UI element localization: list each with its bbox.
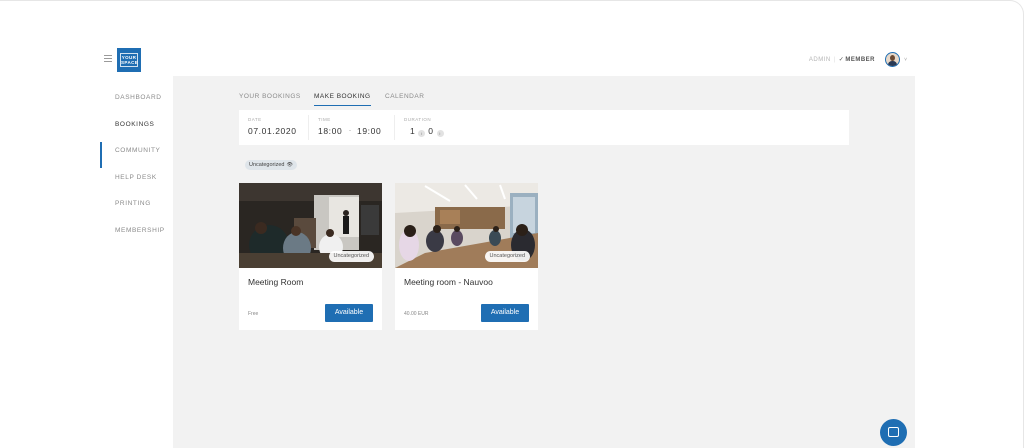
time-dash: - [349, 128, 352, 134]
category-badge: Uncategorized [484, 251, 530, 262]
category-filter-chip[interactable]: Uncategorized 👁 [245, 160, 297, 170]
minutes-stepper-icon[interactable]: ↕ [436, 130, 444, 137]
avatar[interactable] [885, 52, 900, 67]
category-chip-label: Uncategorized [249, 162, 285, 168]
member-link[interactable]: MEMBER [845, 57, 875, 63]
duration-hours: 1 [410, 126, 416, 136]
chat-button[interactable] [880, 419, 907, 446]
divider [394, 115, 395, 140]
main-content: YOUR BOOKINGS MAKE BOOKING CALENDAR DATE… [173, 76, 915, 448]
room-card[interactable]: Uncategorized Meeting Room Free Availabl… [239, 183, 382, 330]
time-start-field[interactable]: 18:00 [318, 126, 342, 136]
chat-icon [888, 427, 899, 437]
check-icon: ✓ [838, 57, 845, 63]
role-separator: | [833, 57, 836, 63]
room-price: 40.00 EUR [404, 311, 429, 317]
chevron-down-icon[interactable]: ˅ [904, 57, 907, 63]
room-card[interactable]: Uncategorized Meeting room - Nauvoo 40.0… [395, 183, 538, 330]
eye-icon[interactable]: 👁 [286, 162, 292, 168]
date-field[interactable]: 07.01.2020 [248, 126, 297, 136]
top-bar: YOUR SPACE ADMIN | ✓MEMBER ˅ [100, 46, 915, 76]
duration-label: DURATION [404, 117, 432, 122]
room-title: Meeting room - Nauvoo [404, 277, 493, 287]
duration-field: 1 ↕ 0 ↕ [410, 126, 444, 137]
sidebar-item-community[interactable]: COMMUNITY [115, 147, 160, 154]
sidebar-item-bookings[interactable]: BOOKINGS [115, 121, 154, 128]
hours-stepper-icon[interactable]: ↕ [418, 130, 426, 137]
avatar-body [888, 61, 897, 66]
tab-calendar[interactable]: CALENDAR [385, 93, 424, 105]
menu-icon[interactable] [104, 55, 112, 63]
duration-minutes: 0 [428, 126, 434, 136]
available-button[interactable]: Available [481, 304, 529, 322]
tab-your-bookings[interactable]: YOUR BOOKINGS [239, 93, 301, 105]
booking-filter: DATE 07.01.2020 TIME 18:00 - 19:00 DURAT… [239, 110, 849, 145]
category-badge: Uncategorized [328, 251, 374, 262]
logo-line-2: SPACE [121, 60, 139, 65]
sidebar-item-dashboard[interactable]: DASHBOARD [115, 94, 162, 101]
tab-make-booking[interactable]: MAKE BOOKING [314, 93, 371, 106]
app-container: YOUR SPACE ADMIN | ✓MEMBER ˅ DASHBOARD BOO… [100, 46, 915, 448]
admin-link[interactable]: ADMIN [809, 57, 831, 63]
active-indicator [100, 142, 102, 168]
time-end-field[interactable]: 19:00 [357, 126, 381, 136]
date-label: DATE [248, 117, 262, 122]
sidebar: DASHBOARD BOOKINGS COMMUNITY HELP DESK P… [100, 76, 173, 448]
room-title: Meeting Room [248, 277, 304, 287]
sidebar-item-help-desk[interactable]: HELP DESK [115, 174, 157, 181]
role-switcher: ADMIN | ✓MEMBER [809, 56, 875, 63]
divider [308, 115, 309, 140]
time-label: TIME [318, 117, 331, 122]
logo-text: YOUR SPACE [120, 53, 138, 67]
brand-logo[interactable]: YOUR SPACE [117, 48, 141, 72]
available-button[interactable]: Available [325, 304, 373, 322]
room-price: Free [248, 311, 259, 317]
sidebar-item-printing[interactable]: PRINTING [115, 200, 151, 207]
sidebar-item-membership[interactable]: MEMBERSHIP [115, 227, 165, 234]
